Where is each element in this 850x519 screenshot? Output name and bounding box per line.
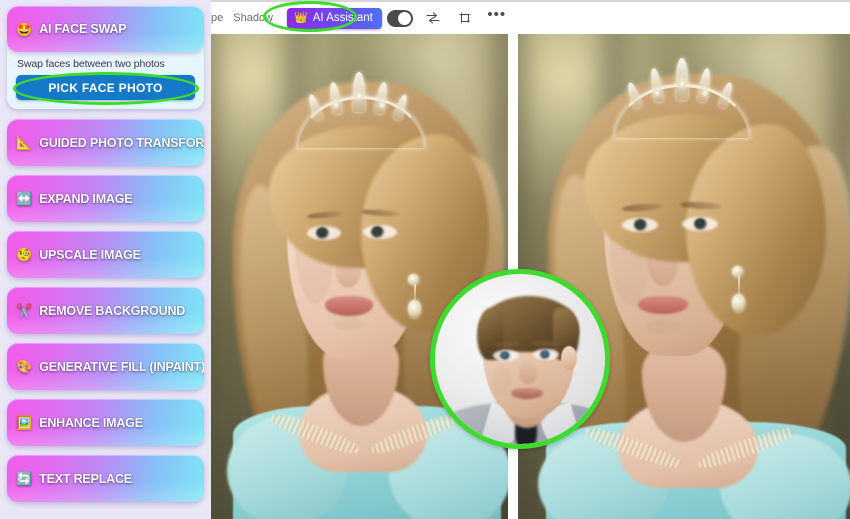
more-options-glyph: ••• [487, 6, 507, 23]
pick-face-photo-button[interactable]: PICK FACE PHOTO [16, 75, 195, 100]
crown-icon: 👑 [294, 11, 308, 24]
ai-assistant-label: AI Assistant [312, 12, 373, 24]
sidebar-item-expand-image[interactable]: ↔️ EXPAND IMAGE [7, 175, 204, 222]
refresh-arrows-icon: 🔄 [16, 471, 33, 486]
sidebar-item-label: GUIDED PHOTO TRANSFORM [39, 135, 204, 150]
ai-assistant-button[interactable]: 👑 AI Assistant [287, 7, 382, 29]
star-struck-icon: 🤩 [16, 21, 33, 37]
toolbar: pe Shadow 👑 AI Assistant ••• [211, 0, 850, 34]
face-photo-scene [435, 274, 605, 444]
scissors-icon: ✂️ [16, 303, 33, 318]
left-right-arrow-icon: ↔️ [16, 191, 33, 206]
sidebar-item-ai-face-swap[interactable]: 🤩 AI FACE SWAP [7, 6, 204, 52]
app-root: pe Shadow 👑 AI Assistant ••• 🤩 AI FACE S… [0, 0, 850, 519]
sidebar-item-label: EXPAND IMAGE [39, 191, 133, 206]
pick-face-photo-label: PICK FACE PHOTO [48, 80, 163, 95]
sidebar-item-label: TEXT REPLACE [39, 471, 132, 486]
toggle-knob [397, 11, 411, 25]
toolbar-shadow-label[interactable]: Shadow [233, 12, 273, 24]
more-options-icon[interactable]: ••• [485, 7, 509, 29]
tools-sidebar: 🤩 AI FACE SWAP Swap faces between two ph… [0, 0, 211, 519]
toolbar-shape-label[interactable]: pe [211, 12, 223, 24]
sidebar-item-enhance-image[interactable]: 🖼️ ENHANCE IMAGE [7, 399, 204, 446]
image-canvas [211, 34, 850, 519]
sidebar-item-label: AI FACE SWAP [39, 22, 127, 36]
sidebar-item-label: ENHANCE IMAGE [39, 415, 143, 430]
magnify-face-icon: 🧐 [16, 247, 33, 262]
sidebar-item-label: UPSCALE IMAGE [39, 247, 141, 262]
sidebar-item-text-replace[interactable]: 🔄 TEXT REPLACE [7, 455, 204, 502]
palette-icon: 🎨 [16, 359, 33, 374]
sidebar-item-label: REMOVE BACKGROUND [39, 303, 186, 318]
sidebar-item-guided-photo-transform[interactable]: 📐 GUIDED PHOTO TRANSFORM [7, 119, 204, 166]
face-photo-preview[interactable] [430, 269, 610, 449]
triangle-ruler-icon: 📐 [16, 135, 33, 150]
ai-assistant-toggle[interactable] [386, 9, 413, 27]
sidebar-item-label: GENERATIVE FILL (INPAINT) [39, 359, 204, 374]
transform-crop-icon[interactable] [453, 7, 477, 29]
sidebar-item-remove-background[interactable]: ✂️ REMOVE BACKGROUND [7, 287, 204, 334]
face-swap-panel: 🤩 AI FACE SWAP Swap faces between two ph… [7, 6, 204, 109]
sidebar-item-upscale-image[interactable]: 🧐 UPSCALE IMAGE [7, 231, 204, 278]
swap-arrows-icon[interactable] [421, 7, 445, 29]
sidebar-item-generative-fill[interactable]: 🎨 GENERATIVE FILL (INPAINT) [7, 343, 204, 390]
picture-frame-icon: 🖼️ [16, 415, 33, 430]
face-swap-description: Swap faces between two photos [17, 58, 165, 70]
